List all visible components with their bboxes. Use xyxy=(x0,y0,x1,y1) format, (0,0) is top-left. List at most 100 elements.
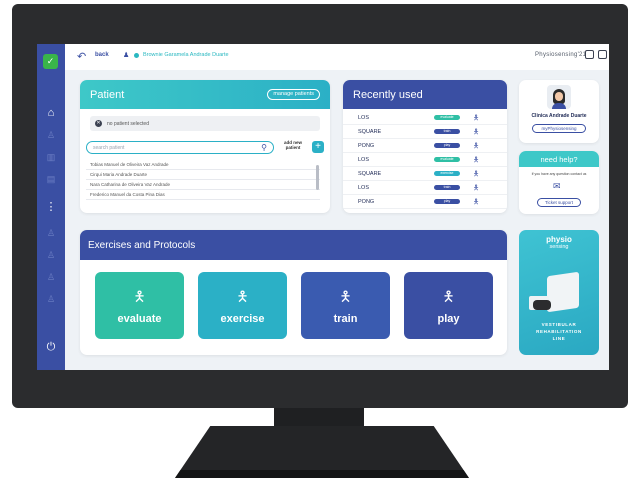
tile-label: train xyxy=(333,313,358,325)
book-icon[interactable]: ▤ xyxy=(37,172,65,186)
list-item[interactable]: Frederico Manuel da Costa Pina Dias xyxy=(86,190,320,200)
manage-patients-button[interactable]: manage patients xyxy=(267,89,320,100)
category-badge: train xyxy=(434,185,460,190)
category-badge: train xyxy=(434,129,460,134)
mail-icon: ✉ xyxy=(553,181,561,191)
list-item[interactable]: Nara Catharina de Oliveira Vaz Andrade xyxy=(86,180,320,190)
person-icon: 🯅 xyxy=(133,288,146,304)
vr-goggles-image xyxy=(533,300,551,310)
item-name: PONG xyxy=(358,199,375,205)
monitor-stand-base xyxy=(175,426,469,478)
person-icon: 🯅 xyxy=(473,185,480,192)
list-item[interactable]: SQUARE train 🯅 xyxy=(343,125,507,139)
person-icon: 🯅 xyxy=(473,129,480,136)
tile-label: exercise xyxy=(220,313,265,325)
list-item[interactable]: SQUARE exercise 🯅 xyxy=(343,167,507,181)
person-icon: 🯅 xyxy=(236,288,249,304)
vestibular-promo-card[interactable]: physio sensing VESTIBULAR REHABILITATION… xyxy=(519,230,599,355)
patient-title: Patient xyxy=(90,89,125,101)
list-item[interactable]: Tobias Manuel de Oliveira Vaz Andrade xyxy=(86,160,320,170)
avatar xyxy=(547,85,571,109)
train-tile[interactable]: 🯅 train xyxy=(301,272,390,339)
arrow-left-icon[interactable]: ↶ xyxy=(77,50,86,63)
promo-line-3: LINE xyxy=(552,336,566,341)
list-item[interactable]: PONG play 🯅 xyxy=(343,195,507,209)
list-item[interactable]: LOS evaluate 🯅 xyxy=(343,111,507,125)
exercises-card: Exercises and Protocols 🯅 evaluate 🯅 exe… xyxy=(80,230,507,355)
help-title: need help? xyxy=(540,155,578,164)
person-icon: 🯅 xyxy=(473,143,480,150)
patient-list: Tobias Manuel de Oliveira Vaz Andrade Ci… xyxy=(86,160,320,200)
person-icon[interactable]: ♙ xyxy=(37,226,65,240)
brand-label: Physiosensing'21 xyxy=(535,52,587,58)
monitor-icon[interactable] xyxy=(585,50,594,59)
play-tile[interactable]: 🯅 play xyxy=(404,272,493,339)
list-item[interactable]: Cirqui Maria Andrade Duarte xyxy=(86,170,320,180)
clinic-profile-card: Clinica Andrade Duarte myPhysiosensing xyxy=(519,80,599,143)
person-icon: 🯅 xyxy=(473,157,480,164)
sidebar: ✓ ⌂ ♙ ▥ ▤ ⋮ ♙ ♙ ♙ ♙ ⏻ xyxy=(37,44,65,370)
category-badge: evaluate xyxy=(434,157,460,162)
add-patient-button[interactable]: + xyxy=(312,141,324,153)
selected-patient-bar: ✕ no patient selected xyxy=(90,116,320,131)
my-physiosensing-button[interactable]: myPhysiosensing xyxy=(532,124,586,133)
item-name: LOS xyxy=(358,115,370,121)
search-placeholder: search patient xyxy=(93,145,125,151)
app-screen: ✓ ⌂ ♙ ▥ ▤ ⋮ ♙ ♙ ♙ ♙ ⏻ ↶ back ♟ Brownie G… xyxy=(37,44,609,370)
person-icon[interactable]: ♙ xyxy=(37,292,65,306)
list-item[interactable]: LOS evaluate 🯅 xyxy=(343,153,507,167)
power-icon[interactable]: ⏻ xyxy=(37,340,65,354)
person-icon: 🯅 xyxy=(473,115,480,122)
exercises-header: Exercises and Protocols xyxy=(80,230,507,260)
tile-label: evaluate xyxy=(117,313,162,325)
item-name: LOS xyxy=(358,185,370,191)
help-card-header: need help? xyxy=(519,151,599,167)
person-icon: 🯅 xyxy=(442,288,455,304)
item-name: SQUARE xyxy=(358,129,382,135)
ticket-support-button[interactable]: Ticket support xyxy=(537,198,581,207)
person-icon[interactable]: ♙ xyxy=(37,270,65,284)
item-name: SQUARE xyxy=(358,171,382,177)
search-icon[interactable]: ⚲ xyxy=(261,143,267,152)
home-icon[interactable]: ⌂ xyxy=(37,106,65,120)
recently-used-card: Recently used LOS evaluate 🯅 SQUARE trai… xyxy=(343,80,507,213)
recently-used-header: Recently used xyxy=(343,80,507,109)
promo-line-2: REHABILITATION xyxy=(536,329,582,334)
promo-line-1: VESTIBULAR xyxy=(541,322,577,327)
list-item[interactable]: PONG play 🯅 xyxy=(343,139,507,153)
promo-brand-bottom: sensing xyxy=(549,244,569,250)
status-dot xyxy=(134,53,139,58)
monitor-stand-neck xyxy=(274,408,364,428)
person-icon: 🯅 xyxy=(339,288,352,304)
app-logo-icon[interactable]: ✓ xyxy=(43,54,58,69)
search-patient-input[interactable]: search patient ⚲ xyxy=(86,141,274,154)
tile-label: play xyxy=(437,313,460,325)
clinic-name: Clinica Andrade Duarte xyxy=(531,113,587,119)
patient-card: Patient manage patients ✕ no patient sel… xyxy=(80,80,330,213)
top-bar: ↶ back ♟ Brownie Garamela Andrade Duarte… xyxy=(65,44,609,70)
evaluate-tile[interactable]: 🯅 evaluate xyxy=(95,272,184,339)
exercise-tile[interactable]: 🯅 exercise xyxy=(198,272,287,339)
patient-card-header: Patient manage patients xyxy=(80,80,330,109)
category-badge: evaluate xyxy=(434,115,460,120)
promo-brand-top: physio xyxy=(546,235,572,244)
close-icon[interactable]: ✕ xyxy=(95,120,102,127)
chart-icon[interactable]: ▥ xyxy=(37,150,65,164)
item-name: PONG xyxy=(358,143,375,149)
list-item[interactable]: LOS train 🯅 xyxy=(343,181,507,195)
exercises-title: Exercises and Protocols xyxy=(88,240,196,251)
category-badge: exercise xyxy=(434,171,460,176)
category-badge: play xyxy=(434,143,460,148)
menu-dots-icon[interactable]: ⋮ xyxy=(37,200,65,214)
person-icon: 🯅 xyxy=(473,171,480,178)
item-name: LOS xyxy=(358,157,370,163)
recently-used-title: Recently used xyxy=(353,89,423,101)
no-patient-selected-text: no patient selected xyxy=(107,121,149,127)
balance-platform-image xyxy=(547,271,579,313)
back-button[interactable]: back xyxy=(95,52,109,58)
patient-list-scrollbar[interactable] xyxy=(316,165,319,190)
tablet-icon[interactable] xyxy=(598,50,607,59)
user-icon[interactable]: ♙ xyxy=(37,128,65,142)
person-icon[interactable]: ♙ xyxy=(37,248,65,262)
current-user-name[interactable]: Brownie Garamela Andrade Duarte xyxy=(143,52,229,58)
